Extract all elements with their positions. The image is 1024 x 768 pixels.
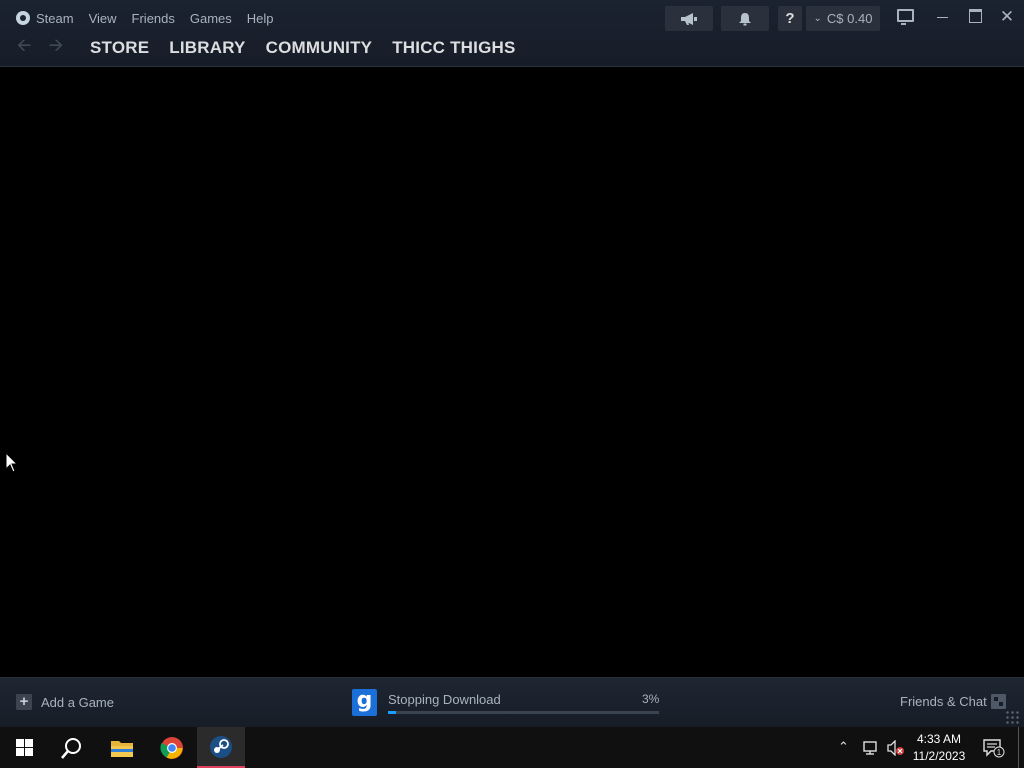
show-hidden-icons-chevron-icon[interactable]: ⌃ bbox=[838, 739, 849, 755]
big-picture-mode-button[interactable] bbox=[890, 7, 920, 27]
back-arrow-icon[interactable]: 🡨 bbox=[14, 33, 34, 63]
add-game-button[interactable]: + Add a Game bbox=[16, 694, 114, 710]
chevron-down-icon: ⌄ bbox=[813, 13, 822, 24]
maximize-icon bbox=[968, 9, 982, 23]
mouse-cursor-icon bbox=[5, 452, 19, 473]
windows-taskbar: ⌃ 4:33 AM 11/2/2023 1 bbox=[0, 727, 1024, 768]
help-button[interactable]: ? bbox=[778, 6, 802, 31]
minimize-button[interactable] bbox=[927, 7, 957, 27]
menu-games[interactable]: Games bbox=[190, 11, 232, 26]
plus-icon: + bbox=[16, 694, 32, 710]
menu-steam[interactable]: Steam bbox=[36, 11, 74, 26]
close-button[interactable]: ✕ bbox=[992, 7, 1022, 27]
friends-chat-button[interactable]: Friends & Chat bbox=[900, 694, 987, 709]
download-progress-bar[interactable] bbox=[388, 711, 659, 714]
file-explorer-button[interactable] bbox=[98, 727, 146, 768]
menu-bar: Steam View Friends Games Help bbox=[0, 0, 289, 36]
nav-community[interactable]: COMMUNITY bbox=[266, 38, 373, 58]
friends-chat-icon[interactable] bbox=[991, 694, 1006, 709]
steam-icon bbox=[210, 735, 232, 758]
resize-grip[interactable] bbox=[1005, 710, 1019, 724]
close-icon: ✕ bbox=[999, 7, 1015, 26]
steam-taskbar-button[interactable] bbox=[197, 727, 245, 768]
volume-muted-icon[interactable] bbox=[887, 740, 905, 756]
download-status[interactable]: Stopping Download bbox=[388, 692, 501, 707]
show-desktop-button[interactable] bbox=[1018, 727, 1019, 768]
steam-bottom-bar: + Add a Game g Stopping Download 3% Frie… bbox=[0, 677, 1024, 728]
main-content-area bbox=[0, 67, 1024, 677]
megaphone-icon bbox=[681, 12, 697, 25]
nav-library[interactable]: LIBRARY bbox=[169, 38, 245, 58]
menu-friends[interactable]: Friends bbox=[132, 11, 175, 26]
notification-icon: 1 bbox=[983, 739, 1005, 758]
menu-view[interactable]: View bbox=[89, 11, 117, 26]
menu-help[interactable]: Help bbox=[247, 11, 274, 26]
add-game-label: Add a Game bbox=[41, 694, 114, 710]
windows-logo-icon bbox=[15, 739, 33, 756]
nav-user-profile[interactable]: THICC THIGHS bbox=[392, 38, 515, 58]
game-icon[interactable]: g bbox=[352, 689, 377, 716]
chrome-icon bbox=[160, 736, 183, 759]
main-nav: 🡨 🡪 STORE LIBRARY COMMUNITY THICC THIGHS bbox=[0, 33, 516, 63]
taskbar-search-button[interactable] bbox=[48, 727, 96, 768]
nav-store[interactable]: STORE bbox=[90, 38, 149, 58]
clock-date: 11/2/2023 bbox=[912, 749, 966, 763]
download-percent: 3% bbox=[642, 692, 660, 706]
notifications-button[interactable] bbox=[721, 6, 769, 31]
search-icon bbox=[61, 737, 81, 759]
bell-icon bbox=[739, 12, 751, 25]
minimize-icon bbox=[936, 17, 948, 18]
chrome-button[interactable] bbox=[148, 727, 196, 768]
network-icon[interactable] bbox=[862, 740, 880, 756]
action-center-button[interactable]: 1 bbox=[982, 738, 1006, 763]
maximize-button[interactable] bbox=[960, 7, 990, 27]
clock-time: 4:33 AM bbox=[916, 732, 962, 746]
notification-count: 1 bbox=[997, 748, 1002, 757]
folder-icon bbox=[111, 740, 133, 757]
wallet-balance-button[interactable]: ⌄ C$ 0.40 bbox=[806, 6, 880, 31]
steam-logo-icon bbox=[16, 11, 30, 25]
wallet-balance: C$ 0.40 bbox=[826, 11, 873, 26]
announcements-button[interactable] bbox=[665, 6, 713, 31]
taskbar-clock[interactable]: 4:33 AM 11/2/2023 bbox=[905, 731, 973, 765]
forward-arrow-icon[interactable]: 🡪 bbox=[46, 33, 66, 63]
steam-header: Steam View Friends Games Help 🡨 🡪 STORE … bbox=[0, 0, 1024, 67]
download-progress-fill bbox=[388, 711, 397, 714]
monitor-icon bbox=[896, 9, 914, 25]
start-button[interactable] bbox=[0, 727, 48, 768]
